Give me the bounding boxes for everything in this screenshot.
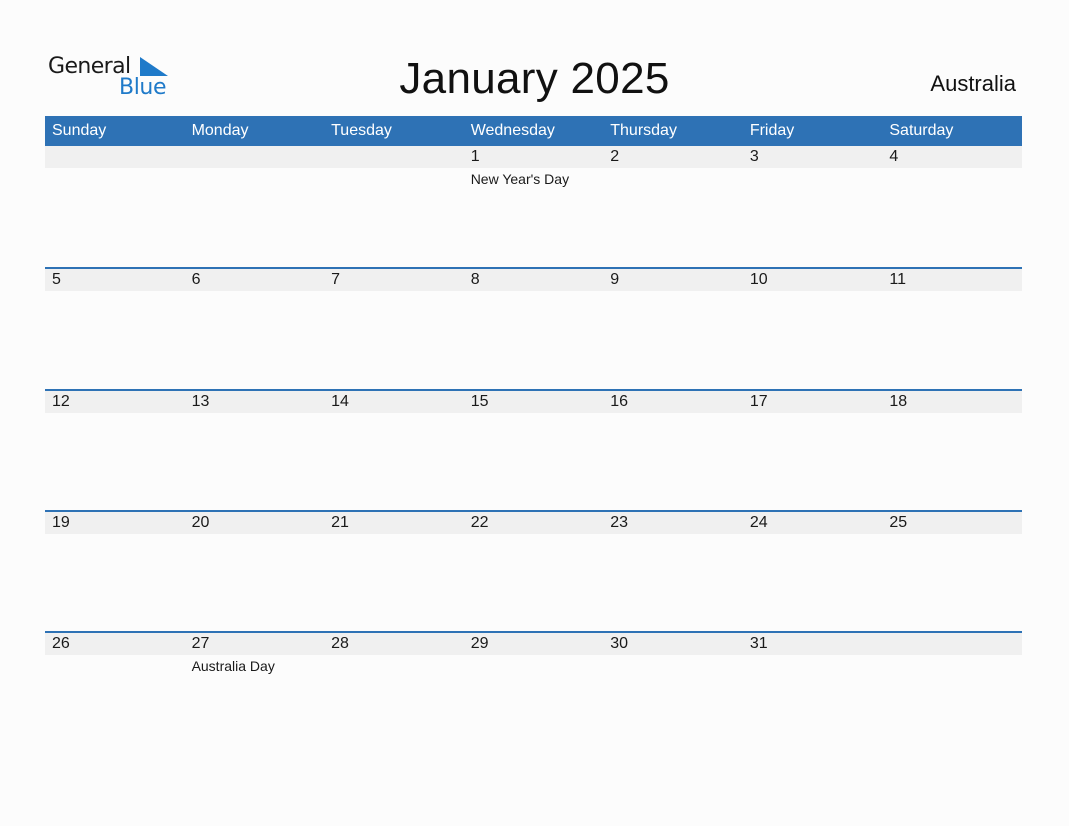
day-number: 13 [191,392,210,410]
day-number-bar: 19 20 21 22 23 24 25 [45,511,1022,534]
day-number: 26 [52,635,70,653]
day-number: 20 [191,513,210,531]
day-number: 14 [331,392,349,410]
calendar-grid: Sunday Monday Tuesday Wednesday Thursday Frid… [45,116,1022,752]
day-number: 23 [610,513,629,531]
day-number-bar: 12 13 14 15 16 17 18 [45,390,1022,413]
week-row: 5 6 7 8 9 10 11 [45,267,1022,388]
day-number: 30 [610,635,629,653]
day-number [45,146,185,168]
day-number: 17 [749,392,768,410]
day-number: 31 [749,635,768,653]
weekday-saturday: Saturday [889,122,954,139]
day-number-bar: 26 27 28 29 30 31 [45,633,1022,656]
day-number: 18 [889,392,908,410]
day-number: 11 [889,271,906,289]
event-cell [743,655,883,677]
day-number-bar: 5 6 7 8 9 10 11 [45,269,1022,292]
event-cell [882,168,1022,190]
day-number: 2 [610,148,620,165]
holiday-label: Australia Day [191,658,275,675]
day-number: 8 [470,271,480,289]
day-number: 10 [749,271,768,289]
event-cell [603,655,743,677]
day-number: 27 [191,635,210,653]
event-cell [324,168,464,190]
calendar-title: January 2025 [399,54,670,103]
day-number: 1 [470,148,480,165]
day-number: 25 [889,513,908,531]
day-number: 21 [331,513,349,531]
day-number: 7 [331,271,341,289]
weekday-sunday: Sunday [52,122,107,139]
weeks-container: 1 2 3 4 New Year's Day 5 6 7 8 9 10 11 12 13 14 15 16 17 1… [45,146,1022,752]
day-number [185,146,325,168]
weekday-header: Sunday Monday Tuesday Wednesday Thursday Frid… [45,116,1022,146]
event-cell [743,168,883,190]
day-number: 16 [610,392,629,410]
weekday-wednesday: Wednesday [470,122,555,139]
day-number: 6 [191,271,201,289]
weekday-tuesday: Tuesday [331,122,392,139]
week-row: 19 20 21 22 23 24 25 [45,509,1022,631]
day-number-bar: 1 2 3 4 [45,146,1022,168]
day-number: 12 [52,392,70,410]
day-number: 19 [52,513,70,531]
day-number: 4 [889,148,899,165]
weekday-thursday: Thursday [610,122,677,139]
event-cell [603,168,743,190]
week-row: 1 2 3 4 New Year's Day [45,146,1022,267]
day-number: 5 [52,271,61,289]
day-number [324,146,464,168]
day-number: 24 [749,513,768,531]
day-number: 29 [470,635,489,653]
event-cell [464,655,604,677]
event-cell [45,168,185,190]
day-number [882,633,1022,655]
event-cell [45,655,185,677]
event-cell [882,655,1022,677]
events-row: New Year's Day [45,168,1022,190]
country-label: Australia [930,71,1016,96]
week-row: 12 13 14 15 16 17 18 [45,388,1022,510]
day-number: 28 [331,635,349,653]
event-cell [324,655,464,677]
day-number: 15 [470,392,489,410]
day-number: 9 [610,271,620,289]
week-row: 26 27 28 29 30 31 Australia Day [45,631,1022,752]
day-number: 22 [470,513,489,531]
events-row: Australia Day [45,655,1022,677]
weekday-friday: Friday [749,122,795,139]
holiday-label: New Year's Day [470,171,570,187]
weekday-monday: Monday [191,122,249,139]
event-cell [185,168,325,190]
day-number: 3 [749,148,759,165]
